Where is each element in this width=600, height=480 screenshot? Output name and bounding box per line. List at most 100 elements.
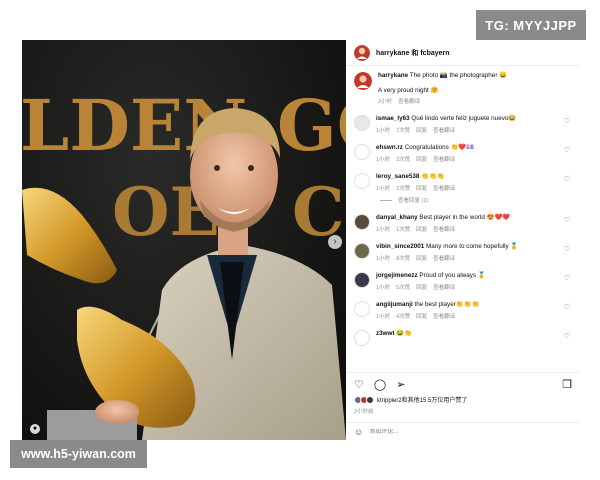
comment-reply-button[interactable]: 回复 [416, 283, 427, 291]
watermark-url: www.h5-yiwan.com [10, 440, 147, 468]
comment-row: vibin_since2001 Many more to come hopefu… [354, 243, 572, 262]
comment-likes-count[interactable]: 7次赞 [396, 126, 410, 134]
comment-translate-link[interactable]: 查看翻译 [433, 126, 455, 134]
commenter-avatar[interactable] [354, 214, 370, 230]
commenter-avatar[interactable] [354, 330, 370, 346]
commenter-avatar[interactable] [354, 144, 370, 160]
caption-username[interactable]: harrykane [378, 72, 408, 79]
comment-heart-icon[interactable]: ♡ [564, 274, 570, 282]
commenter-avatar[interactable] [354, 115, 370, 131]
likes-summary: ktrippier2和其他15.5万位用户赞了 [354, 395, 572, 404]
view-replies-toggle[interactable]: 查看回复 (1) [354, 196, 572, 204]
comment-time: 1小时 [376, 128, 391, 134]
comment-row: z3wwt 😂👏 ♡ [354, 330, 572, 346]
view-replies-label[interactable]: 查看回复 (1) [398, 196, 428, 204]
comment-reply-button[interactable]: 回复 [416, 155, 427, 163]
comment-text: Congratulations 👏❤️💷 [404, 144, 475, 151]
comment-username[interactable]: ehswn.rz [376, 144, 403, 151]
caption-line2: A very proud night 🤗 [378, 87, 439, 94]
comment-text: 😂👏 [396, 330, 412, 337]
comment-reply-button[interactable]: 回复 [416, 254, 427, 262]
comment-translate-link[interactable]: 查看翻译 [433, 312, 455, 320]
comment-text: the best player👏👏👏 [414, 301, 480, 308]
send-icon[interactable]: ➢ [396, 378, 405, 391]
comment-likes-count[interactable]: 5次赞 [396, 283, 410, 291]
comment-username[interactable]: angiijumanji [376, 301, 413, 308]
comment-heart-icon[interactable]: ♡ [564, 175, 570, 183]
action-bar: ♡ ◯ ➢ ❒ ktrippier2和其他15.5万位用户赞了 2小时前 [346, 372, 580, 415]
caption-time: 2小时 [378, 99, 393, 105]
user-tag-icon[interactable]: ● [30, 424, 40, 434]
emoji-icon[interactable]: ☺ [354, 427, 363, 437]
comment-translate-link[interactable]: 查看翻译 [433, 184, 455, 192]
post-caption: harrykane The photo 📸 the photographer 😄… [354, 72, 572, 105]
comment-time: 1小时 [376, 157, 391, 163]
comment-username[interactable]: vibin_since2001 [376, 243, 424, 250]
author-avatar[interactable] [354, 44, 370, 61]
post-header-title[interactable]: harrykane 和 fcbayern [376, 48, 450, 58]
caption-text: The photo 📸 the photographer 😄 [409, 72, 508, 79]
caption-translate-link[interactable]: 查看翻译 [398, 97, 420, 105]
add-comment-bar: ☺ [346, 422, 580, 440]
comment-likes-count[interactable]: 2次赞 [396, 184, 410, 192]
photo-illustration: LDEN GOL OE C [22, 84, 346, 440]
comment-heart-icon[interactable]: ♡ [564, 332, 570, 340]
likes-text[interactable]: ktrippier2和其他15.5万位用户赞了 [377, 395, 467, 404]
comment-reply-button[interactable]: 回复 [416, 225, 427, 233]
commenter-avatar[interactable] [354, 243, 370, 259]
comment-heart-icon[interactable]: ♡ [564, 117, 570, 125]
comment-translate-link[interactable]: 查看翻译 [433, 254, 455, 262]
replies-divider [380, 199, 392, 201]
comment-icon[interactable]: ◯ [374, 378, 386, 391]
comment-text: Best player in the world 😍❤️❤️ [419, 214, 511, 221]
comment-heart-icon[interactable]: ♡ [564, 303, 570, 311]
comment-heart-icon[interactable]: ♡ [564, 146, 570, 154]
comment-text: Qué lindo verte feliz juguete nuevo😂 [411, 115, 517, 122]
comment-reply-button[interactable]: 回复 [416, 312, 427, 320]
comment-row: leroy_sane538 👏👏👏 1小时 2次赞 回复 查看翻译 ♡ [354, 173, 572, 192]
watermark-tg: TG: MYYJJPP [476, 10, 586, 40]
comment-row: angiijumanji the best player👏👏👏 1小时 4次赞 回复查… [354, 301, 572, 320]
comment-username[interactable]: ismae_ly63 [376, 115, 410, 122]
post-time: 2小时前 [354, 409, 374, 415]
comment-text: 👏👏👏 [421, 173, 445, 180]
comment-text: Many more to come hopefully 🏅 [426, 243, 519, 250]
comment-input[interactable] [369, 428, 572, 435]
comment-translate-link[interactable]: 查看翻译 [433, 225, 455, 233]
caption-avatar[interactable] [354, 72, 372, 90]
comment-username[interactable]: leroy_sane538 [376, 173, 419, 180]
comment-row: ehswn.rz Congratulations 👏❤️💷 1小时 3次赞 回复 查看翻… [354, 144, 572, 163]
comment-likes-count[interactable]: 3次赞 [396, 155, 410, 163]
comment-heart-icon[interactable]: ♡ [564, 245, 570, 253]
comment-time: 1小时 [376, 285, 391, 291]
comment-reply-button[interactable]: 回复 [416, 184, 427, 192]
comment-time: 1小时 [376, 227, 391, 233]
commenter-avatar[interactable] [354, 173, 370, 189]
comment-translate-link[interactable]: 查看翻译 [433, 283, 455, 291]
instagram-post: LDEN GOL OE C › ● [22, 40, 580, 440]
comment-username[interactable]: danyal_khany [376, 214, 418, 221]
post-photo[interactable]: LDEN GOL OE C › ● [22, 40, 346, 440]
comment-likes-count[interactable]: 8次赞 [396, 254, 410, 262]
heart-icon[interactable]: ♡ [354, 378, 364, 391]
comment-translate-link[interactable]: 查看翻译 [433, 155, 455, 163]
commenter-avatar[interactable] [354, 301, 370, 317]
comment-likes-count[interactable]: 4次赞 [396, 312, 410, 320]
comment-row: jorgejimenezz Proud of you always 🏅 1小时 5次… [354, 272, 572, 291]
comment-reply-button[interactable]: 回复 [416, 126, 427, 134]
post-header: harrykane 和 fcbayern [346, 40, 580, 66]
comment-text: Proud of you always 🏅 [419, 272, 486, 279]
comment-time: 1小时 [376, 314, 391, 320]
bookmark-icon[interactable]: ❒ [562, 378, 572, 391]
comment-row: danyal_khany Best player in the world 😍❤… [354, 214, 572, 233]
comment-username[interactable]: jorgejimenezz [376, 272, 418, 279]
bg-letters-right: GOL [277, 84, 346, 167]
commenter-avatar[interactable] [354, 272, 370, 288]
post-side-panel: harrykane 和 fcbayern harrykane The photo… [346, 40, 580, 440]
comment-heart-icon[interactable]: ♡ [564, 216, 570, 224]
next-photo-button[interactable]: › [328, 235, 342, 249]
comment-likes-count[interactable]: 1次赞 [396, 225, 410, 233]
comment-username[interactable]: z3wwt [376, 330, 395, 337]
comment-time: 1小时 [376, 256, 391, 262]
comments-list[interactable]: harrykane The photo 📸 the photographer 😄… [346, 66, 580, 346]
